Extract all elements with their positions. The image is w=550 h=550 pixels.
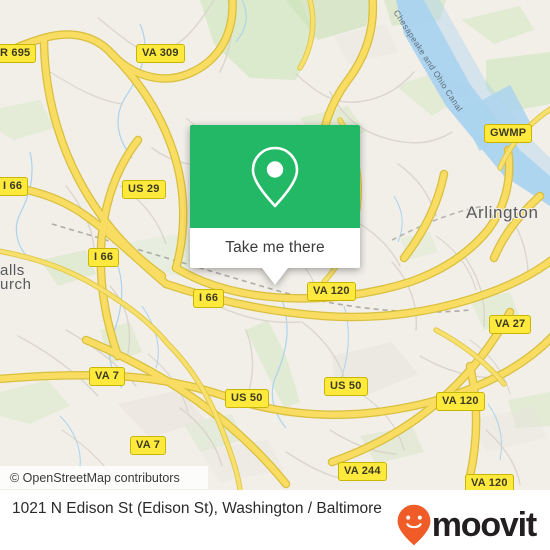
popup-body: Take me there: [190, 125, 360, 268]
moovit-smiley-pin-icon: [397, 504, 431, 546]
map-screenshot: .grn { fill:#d3e7c2; } .grn2 { fill:#cfe…: [0, 0, 550, 550]
popup-tail: [262, 268, 288, 285]
map-attribution: © OpenStreetMap contributors: [0, 466, 208, 489]
moovit-logo[interactable]: moovit: [397, 490, 550, 546]
moovit-wordmark: moovit: [431, 506, 537, 544]
location-popup[interactable]: Take me there: [190, 125, 360, 285]
attribution-text: © OpenStreetMap contributors: [10, 470, 180, 485]
address-text: 1021 N Edison St (Edison St), Washington…: [12, 500, 382, 517]
map-canvas[interactable]: .grn { fill:#d3e7c2; } .grn2 { fill:#cfe…: [0, 0, 550, 490]
take-me-there-button[interactable]: Take me there: [190, 228, 360, 268]
take-me-there-label: Take me there: [225, 239, 325, 256]
location-pin-icon: [251, 146, 299, 207]
popup-header: [190, 125, 360, 228]
footer-bar: 1021 N Edison St (Edison St), Washington…: [0, 490, 550, 550]
